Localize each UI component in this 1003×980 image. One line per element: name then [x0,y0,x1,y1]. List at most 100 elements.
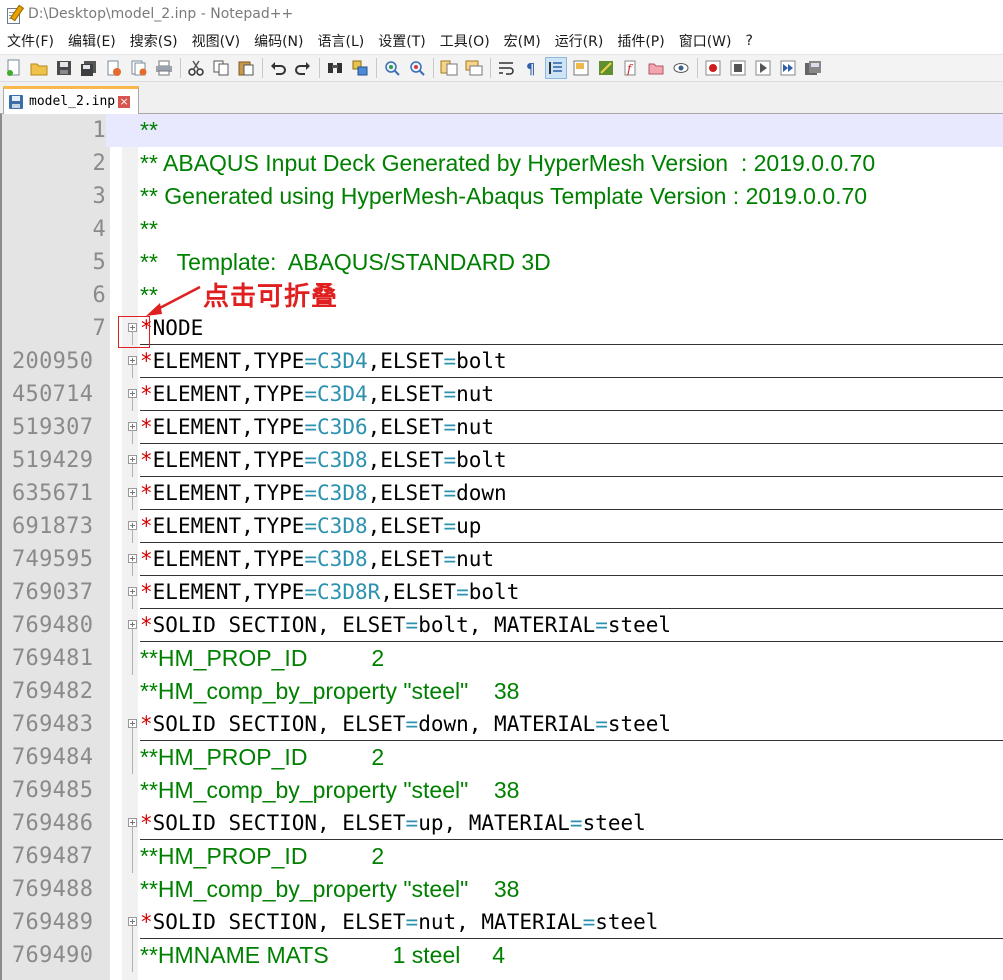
code-line[interactable]: 769487 **HM_PROP_ID 2 [2,840,1003,873]
keyword-text[interactable]: *SOLID SECTION, ELSET=up, MATERIAL=steel [140,807,646,840]
code-line[interactable]: 3 ** Generated using HyperMesh-Abaqus Tem… [2,180,1003,213]
monitoring-icon[interactable] [670,57,692,79]
comment-text[interactable]: **HM_comp_by_property "steel" 38 [140,774,519,807]
fold-toggle-icon[interactable] [128,917,137,926]
code-line[interactable]: 769485 **HM_comp_by_property "steel" 38 [2,774,1003,807]
code-line[interactable]: 769481 **HM_PROP_ID 2 [2,642,1003,675]
keyword-text[interactable]: *SOLID SECTION, ELSET=bolt, MATERIAL=ste… [140,609,671,642]
menu-item[interactable]: 插件(P) [610,31,671,51]
menu-item[interactable]: 视图(V) [185,31,248,51]
keyword-text[interactable]: *ELEMENT,TYPE=C3D4,ELSET=nut [140,378,494,411]
keyword-text[interactable]: *SOLID SECTION, ELSET=nut, MATERIAL=stee… [140,906,658,939]
keyword-text[interactable]: *ELEMENT,TYPE=C3D6,ELSET=nut [140,411,494,444]
code-line[interactable]: 635671 *ELEMENT,TYPE=C3D8,ELSET=down [2,477,1003,510]
save-all-icon[interactable] [78,57,100,79]
menu-item[interactable]: 窗口(W) [672,31,739,51]
code-line[interactable]: 1 ** [2,114,1003,147]
code-line[interactable]: 769480 *SOLID SECTION, ELSET=bolt, MATERI… [2,609,1003,642]
fold-toggle-icon[interactable] [128,389,137,398]
copy-icon[interactable] [210,57,232,79]
comment-text[interactable]: ** ABAQUS Input Deck Generated by HyperM… [140,147,875,180]
menu-item[interactable]: 语言(L) [311,31,372,51]
code-line[interactable]: 769490 **HMNAME MATS 1 steel 4 [2,939,1003,972]
keyword-text[interactable]: *SOLID SECTION, ELSET=down, MATERIAL=ste… [140,708,671,741]
code-line[interactable]: 769482 **HM_comp_by_property "steel" 38 [2,675,1003,708]
code-line[interactable]: 200950 *ELEMENT,TYPE=C3D4,ELSET=bolt [2,345,1003,378]
comment-text[interactable]: **HMNAME MATS 1 steel 4 [140,939,505,972]
code-line[interactable]: 769484 **HM_PROP_ID 2 [2,741,1003,774]
word-wrap-icon[interactable] [495,57,517,79]
replace-icon[interactable] [349,57,371,79]
show-all-chars-icon[interactable]: ¶ [520,57,542,79]
menu-item[interactable]: 编码(N) [247,31,310,51]
comment-text[interactable]: ** [140,213,158,246]
run-macro-multiple-icon[interactable] [777,57,799,79]
code-line[interactable]: 749595 *ELEMENT,TYPE=C3D8,ELSET=nut [2,543,1003,576]
keyword-text[interactable]: *ELEMENT,TYPE=C3D8,ELSET=nut [140,543,494,576]
menu-item[interactable]: 运行(R) [548,31,611,51]
cut-icon[interactable] [185,57,207,79]
fold-toggle-icon[interactable] [128,719,137,728]
comment-text[interactable]: **HM_PROP_ID 2 [140,642,384,675]
fold-toggle-icon[interactable] [128,818,137,827]
fold-toggle-icon[interactable] [128,356,137,365]
folder-icon[interactable] [645,57,667,79]
save-icon[interactable] [53,57,75,79]
comment-text[interactable]: ** Generated using HyperMesh-Abaqus Temp… [140,180,867,213]
menu-item[interactable]: 宏(M) [497,31,548,51]
fold-toggle-icon[interactable] [128,455,137,464]
close-all-icon[interactable] [128,57,150,79]
record-macro-icon[interactable] [702,57,724,79]
code-line[interactable]: 519307 *ELEMENT,TYPE=C3D6,ELSET=nut [2,411,1003,444]
print-icon[interactable] [153,57,175,79]
code-line[interactable]: 769489 *SOLID SECTION, ELSET=nut, MATERIA… [2,906,1003,939]
stop-macro-icon[interactable] [727,57,749,79]
comment-text[interactable]: **HM_PROP_ID 2 [140,741,384,774]
new-file-icon[interactable] [3,57,25,79]
comment-text[interactable]: ** [140,114,158,147]
code-line[interactable]: 769488 **HM_comp_by_property "steel" 38 [2,873,1003,906]
code-line[interactable]: 4 ** [2,213,1003,246]
close-file-icon[interactable] [103,57,125,79]
keyword-text[interactable]: *ELEMENT,TYPE=C3D8R,ELSET=bolt [140,576,519,609]
fold-toggle-icon[interactable] [128,422,137,431]
menu-item[interactable]: 文件(F) [0,31,61,51]
zoom-out-icon[interactable] [406,57,428,79]
tab-model-2-inp[interactable]: model_2.inp × [3,86,139,114]
redo-icon[interactable] [292,57,314,79]
menu-item[interactable]: 设置(T) [371,31,432,51]
find-icon[interactable] [324,57,346,79]
function-list-icon[interactable] [595,57,617,79]
code-line[interactable]: 519429 *ELEMENT,TYPE=C3D8,ELSET=bolt [2,444,1003,477]
comment-text[interactable]: **HM_comp_by_property "steel" 38 [140,873,519,906]
comment-text[interactable]: **HM_comp_by_property "steel" 38 [140,675,519,708]
folder-workspace-icon[interactable]: f [620,57,642,79]
keyword-text[interactable]: *ELEMENT,TYPE=C3D8,ELSET=bolt [140,444,507,477]
comment-text[interactable]: ** Template: ABAQUS/STANDARD 3D [140,246,551,279]
close-icon[interactable]: × [118,95,131,108]
undo-icon[interactable] [267,57,289,79]
code-line[interactable]: 769486 *SOLID SECTION, ELSET=up, MATERIAL… [2,807,1003,840]
keyword-text[interactable]: *ELEMENT,TYPE=C3D8,ELSET=up [140,510,481,543]
fold-toggle-icon[interactable] [128,620,137,629]
menu-item[interactable]: 编辑(E) [61,31,123,51]
sync-vertical-icon[interactable] [438,57,460,79]
fold-toggle-icon[interactable] [128,554,137,563]
sync-horizontal-icon[interactable] [463,57,485,79]
comment-text[interactable]: **HM_PROP_ID 2 [140,840,384,873]
menu-item[interactable]: 工具(O) [433,31,497,51]
code-line[interactable]: 691873 *ELEMENT,TYPE=C3D8,ELSET=up [2,510,1003,543]
keyword-text[interactable]: *ELEMENT,TYPE=C3D4,ELSET=bolt [140,345,507,378]
save-macro-icon[interactable] [802,57,824,79]
keyword-text[interactable]: *ELEMENT,TYPE=C3D8,ELSET=down [140,477,507,510]
zoom-in-icon[interactable] [381,57,403,79]
play-macro-icon[interactable] [752,57,774,79]
code-line[interactable]: 2 ** ABAQUS Input Deck Generated by Hyper… [2,147,1003,180]
menu-item[interactable]: 搜索(S) [123,31,185,51]
document-map-icon[interactable] [570,57,592,79]
paste-icon[interactable] [235,57,257,79]
indent-guide-icon[interactable] [545,57,567,79]
fold-toggle-icon[interactable] [128,488,137,497]
fold-toggle-icon[interactable] [128,521,137,530]
menu-item[interactable]: ? [739,33,760,49]
